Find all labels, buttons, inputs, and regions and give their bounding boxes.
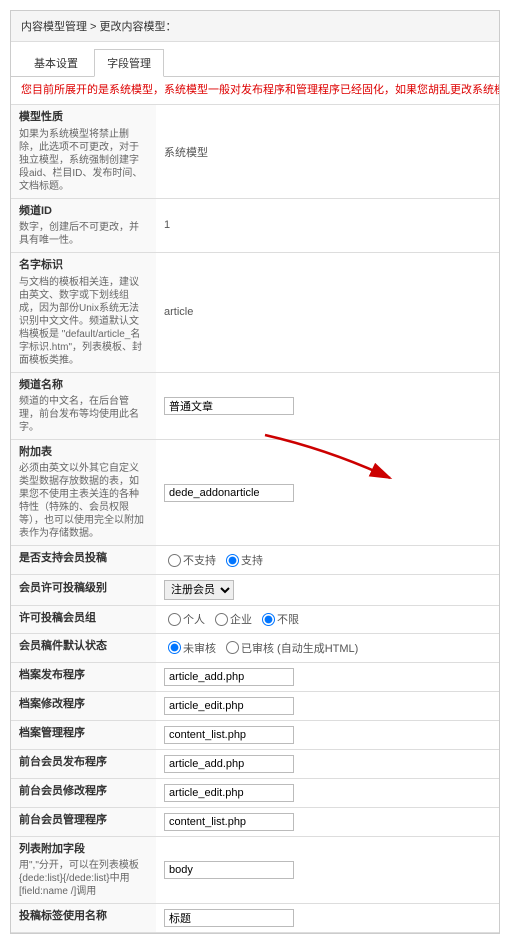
label-model-type: 模型性质 [19,110,148,125]
label-default-status: 会员稿件默认状态 [19,639,148,654]
breadcrumb: 内容模型管理 > 更改内容模型： [11,11,499,42]
tabs-bar: 基本设置 字段管理 [11,42,499,77]
tab-basic[interactable]: 基本设置 [21,49,91,77]
label-addon-table: 附加表 [19,445,148,460]
label-channel-name: 频道名称 [19,378,148,393]
label-member-group: 许可投稿会员组 [19,611,148,626]
input-publish-prog[interactable] [164,668,294,686]
label-name-tag: 名字标识 [19,258,148,273]
input-channel-name[interactable] [164,397,294,415]
label-manage-prog: 档案管理程序 [19,726,148,741]
input-front-publish[interactable] [164,755,294,773]
label-edit-prog: 档案修改程序 [19,697,148,712]
radio-reviewed[interactable] [226,641,239,654]
input-tag-template[interactable] [164,909,294,927]
label-member-post: 是否支持会员投稿 [19,551,148,566]
radio-unlimited[interactable] [262,613,275,626]
radio-enterprise[interactable] [215,613,228,626]
label-list-field: 列表附加字段 [19,842,148,857]
label-front-manage: 前台会员管理程序 [19,813,148,828]
label-tag-template: 投稿标签使用名称 [19,909,148,924]
input-front-manage[interactable] [164,813,294,831]
input-list-field[interactable] [164,861,294,879]
input-addon-table[interactable] [164,484,294,502]
radio-personal[interactable] [168,613,181,626]
warning-text: 您目前所展开的是系统模型，系统模型一般对发布程序和管理程序已经固化，如果您胡乱更… [11,77,499,105]
radio-no-post[interactable] [168,554,181,567]
input-front-edit[interactable] [164,784,294,802]
label-channel-id: 频道ID [19,204,148,219]
tab-fields[interactable]: 字段管理 [94,49,164,77]
value-model-type: 系统模型 [156,105,499,198]
label-publish-prog: 档案发布程序 [19,668,148,683]
value-name-tag: article [156,253,499,372]
label-member-level: 会员许可投稿级别 [19,581,148,596]
value-channel-id: 1 [156,198,499,252]
input-edit-prog[interactable] [164,697,294,715]
label-front-publish: 前台会员发布程序 [19,755,148,770]
radio-unreviewed[interactable] [168,641,181,654]
select-member-level[interactable]: 注册会员 [164,580,234,600]
label-front-edit: 前台会员修改程序 [19,784,148,799]
input-manage-prog[interactable] [164,726,294,744]
radio-yes-post[interactable] [226,554,239,567]
